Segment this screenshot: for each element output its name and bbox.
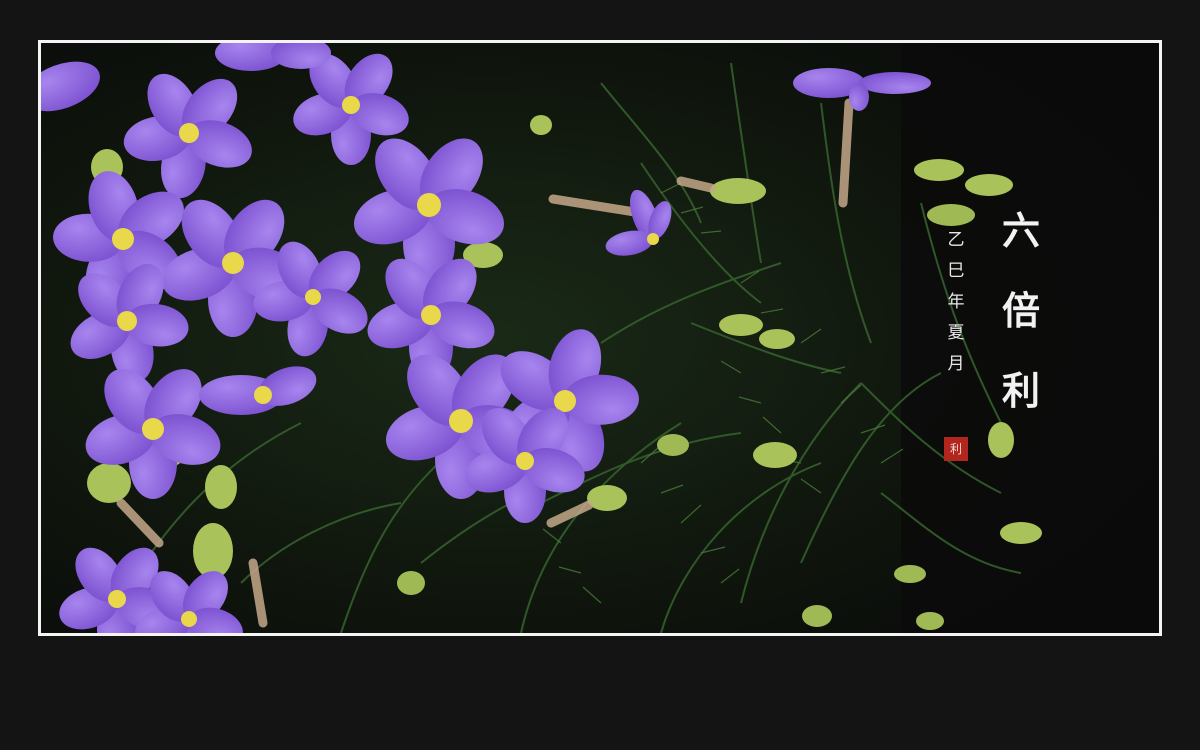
photo-frame: 乙 巳 年 夏 月 六 倍 利 利 — [38, 40, 1162, 636]
title-char: 倍 — [1001, 288, 1042, 333]
red-seal-stamp: 利 — [944, 437, 968, 461]
date-char: 乙 — [947, 230, 965, 250]
date-char: 月 — [947, 354, 965, 374]
calligraphy-title: 六 倍 利 — [992, 212, 1052, 452]
date-char: 夏 — [947, 323, 965, 343]
seal-text: 利 — [949, 442, 962, 456]
title-char: 利 — [1001, 368, 1042, 413]
date-char: 巳 — [947, 261, 965, 281]
date-char: 年 — [947, 292, 965, 312]
title-char: 六 — [1001, 208, 1042, 253]
date-inscription: 乙 巳 年 夏 月 — [944, 232, 968, 387]
